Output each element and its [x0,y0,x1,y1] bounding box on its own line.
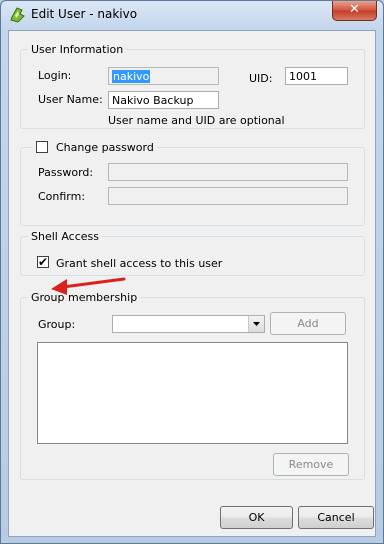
annotation-arrow-icon [51,277,126,295]
dialog-window: Edit User - nakivo ✕ User Information Lo… [0,0,384,544]
